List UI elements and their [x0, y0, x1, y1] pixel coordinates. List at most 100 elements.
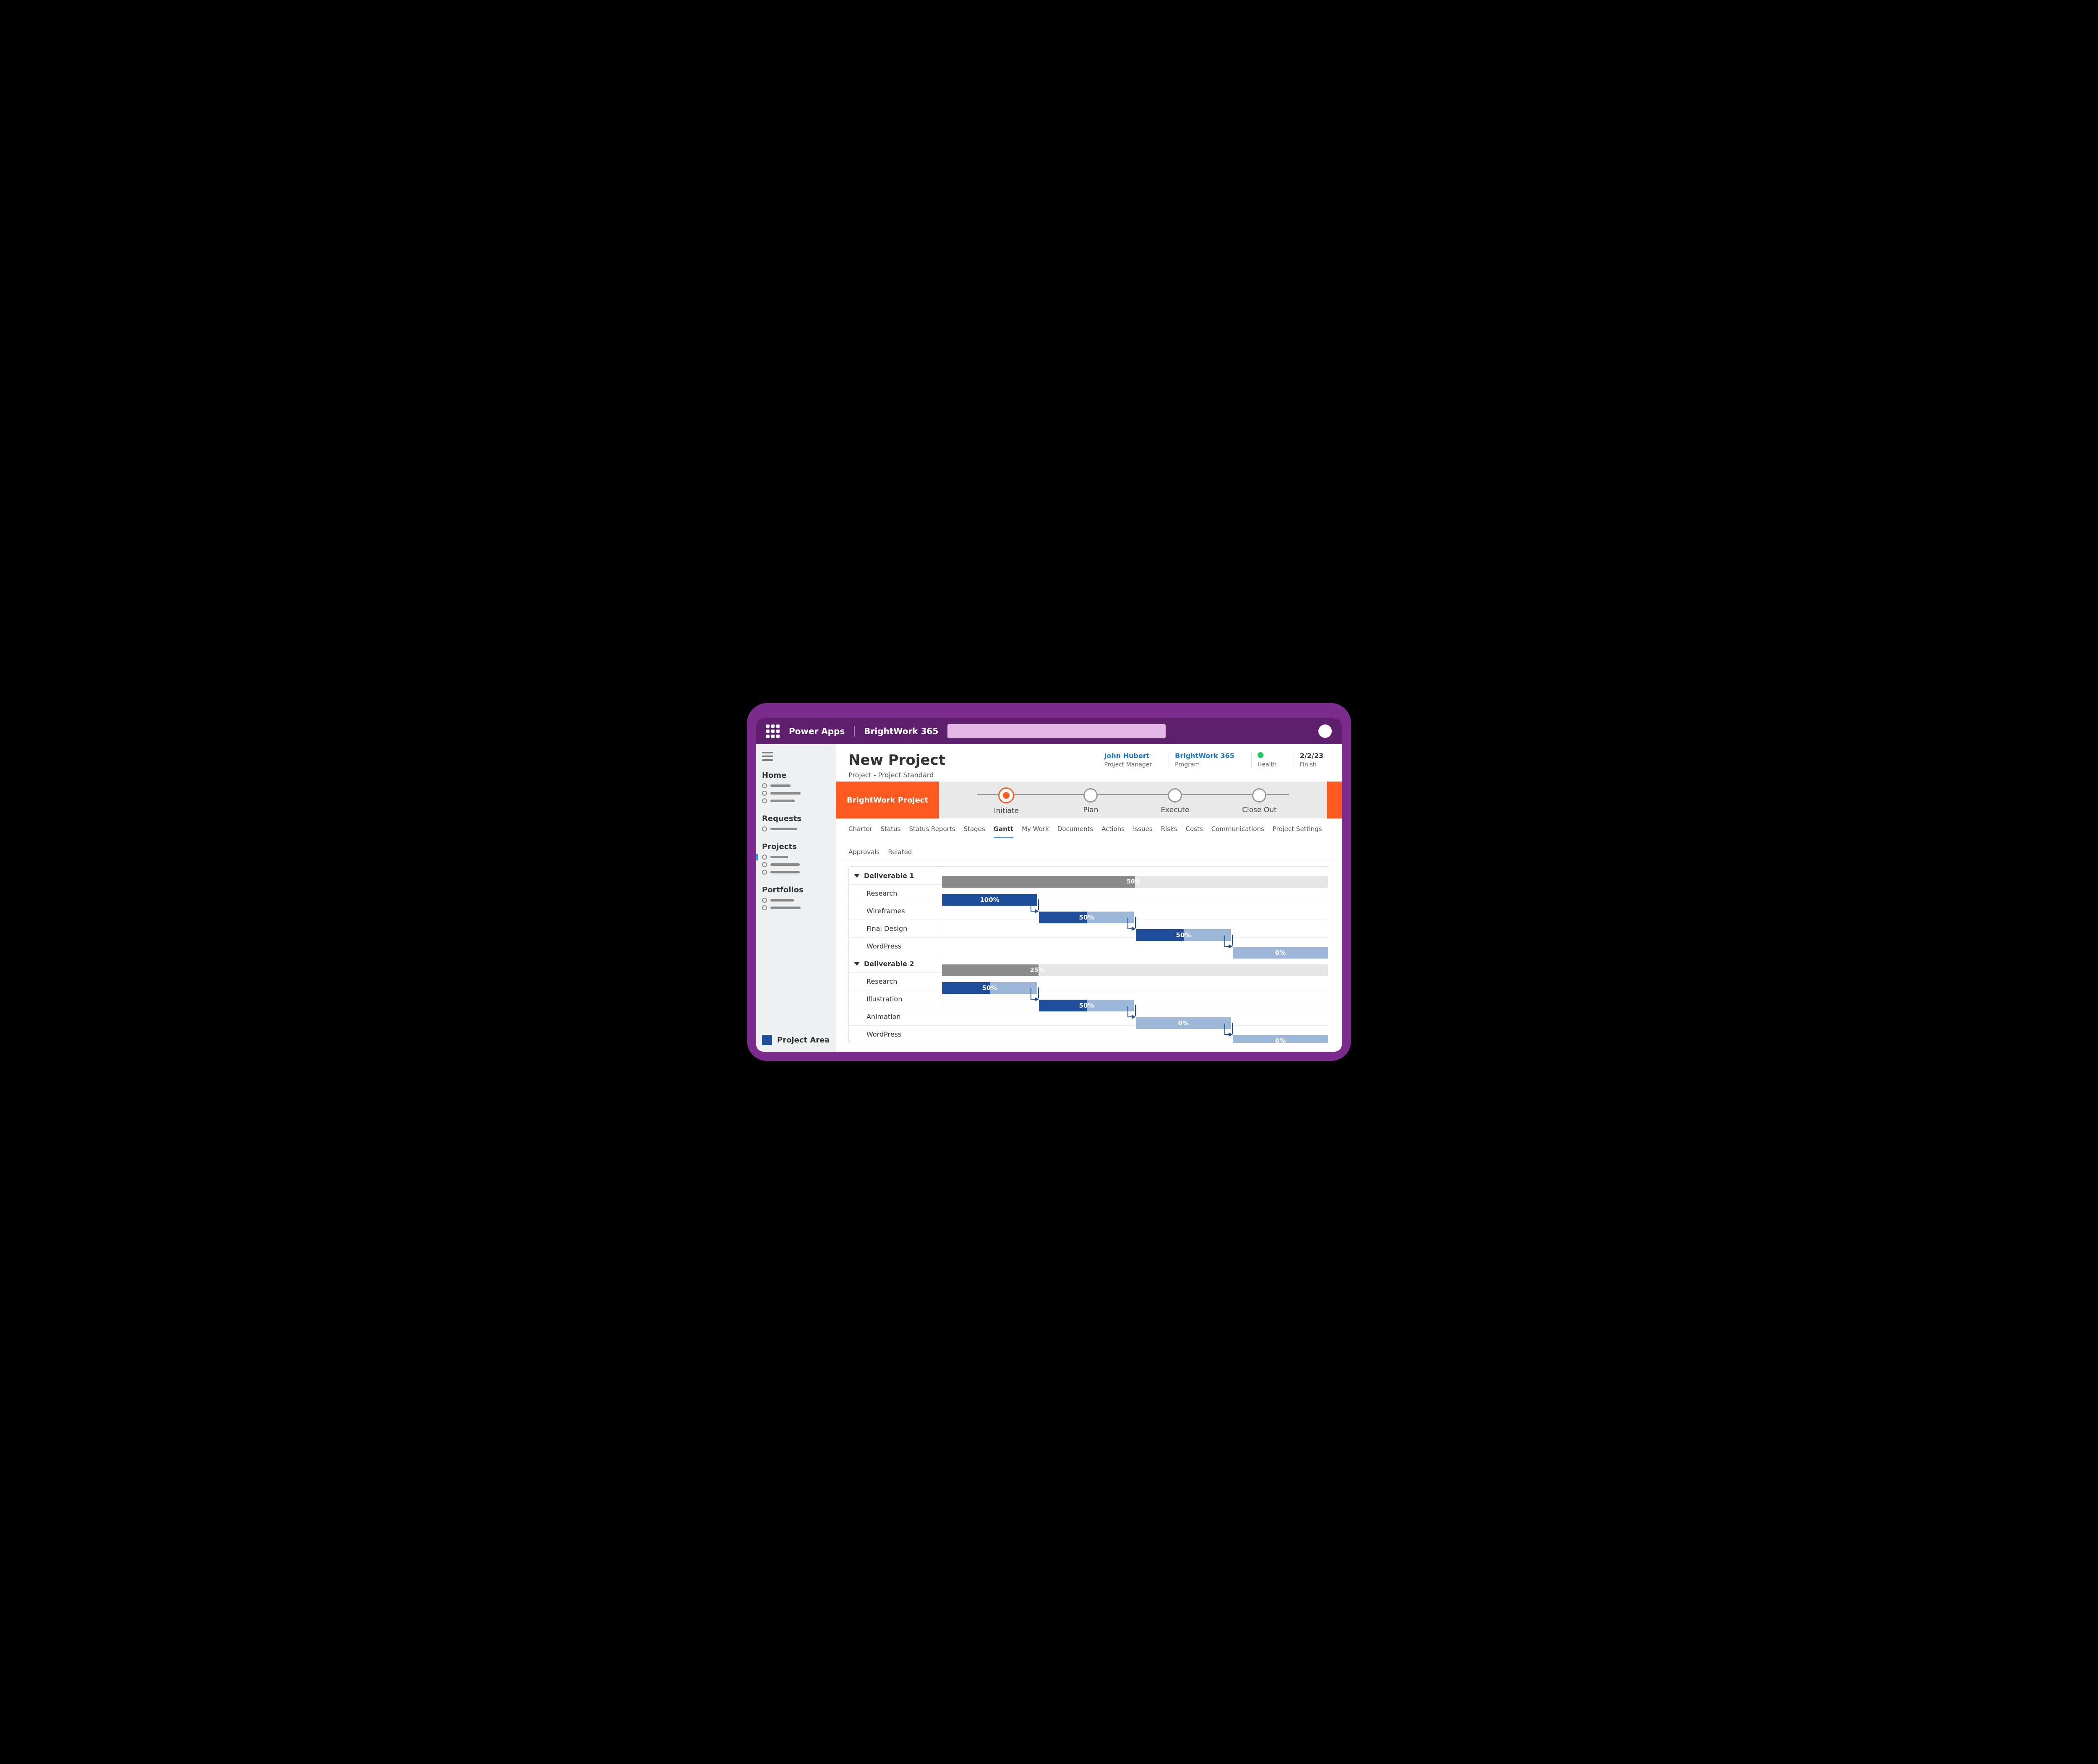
project-manager-value[interactable]: John Hubert — [1104, 752, 1152, 760]
process-flow-next[interactable] — [1327, 782, 1342, 818]
stage-execute[interactable]: Execute — [1133, 788, 1217, 814]
tab-charter[interactable]: Charter — [848, 823, 872, 838]
gantt-bar-pct: 50% — [1136, 931, 1231, 939]
legend-label: Project Area — [777, 1036, 830, 1045]
gantt-bar-pct: 0% — [1136, 1019, 1231, 1027]
gantt-row-label: Animation — [849, 1009, 941, 1024]
caret-down-icon[interactable] — [854, 962, 860, 966]
hamburger-icon[interactable] — [762, 752, 773, 761]
app-launcher-icon[interactable] — [766, 724, 780, 738]
app-bar: Power Apps BrightWork 365 — [756, 718, 1342, 744]
tab-costs[interactable]: Costs — [1186, 823, 1203, 838]
tab-documents[interactable]: Documents — [1057, 823, 1093, 838]
nav-item-placeholder[interactable] — [762, 798, 830, 803]
gantt-task-bar[interactable]: 50% — [1039, 1000, 1134, 1011]
tab-status-reports[interactable]: Status Reports — [909, 823, 955, 838]
nav-item-placeholder[interactable] — [762, 870, 830, 875]
health-label: Health — [1258, 761, 1277, 768]
page-subtitle: Project - Project Standard — [848, 771, 945, 779]
gantt-task-bar[interactable]: 0% — [1233, 947, 1328, 959]
program-value[interactable]: BrightWork 365 — [1175, 752, 1234, 760]
gantt-task-row[interactable]: Illustration50% — [849, 990, 1329, 1008]
gantt-row-label: WordPress — [849, 939, 941, 954]
nav-item-placeholder[interactable] — [762, 905, 830, 910]
gantt-row-label: Deliverable 2 — [849, 956, 941, 971]
gantt-task-bar[interactable]: 50% — [1136, 929, 1231, 941]
program-label: Program — [1175, 761, 1234, 768]
stage-plan[interactable]: Plan — [1049, 788, 1133, 814]
product-title: BrightWork 365 — [864, 726, 938, 736]
page-title: New Project — [848, 752, 945, 769]
nav-item-placeholder[interactable] — [762, 898, 830, 903]
gantt-bar-pct: 25% — [1030, 967, 1325, 974]
tab-issues[interactable]: Issues — [1133, 823, 1153, 838]
gantt-row-track: 0% — [941, 1014, 1329, 1019]
gantt-task-bar[interactable]: 100% — [942, 894, 1037, 906]
tab-project-settings[interactable]: Project Settings — [1273, 823, 1322, 838]
project-manager-label: Project Manager — [1104, 761, 1152, 768]
main-content: New Project Project - Project Standard J… — [836, 744, 1342, 1052]
nav-item-placeholder[interactable] — [762, 862, 830, 867]
gantt-task-row[interactable]: WordPress 0% — [849, 1025, 1329, 1043]
nav-heading-projects[interactable]: Projects — [762, 842, 830, 851]
nav-heading-home[interactable]: Home — [762, 771, 830, 780]
divider — [854, 726, 855, 737]
gantt-row-track: 100% — [941, 891, 1329, 896]
gantt-task-bar[interactable]: 0% — [1233, 1035, 1328, 1044]
gantt-row-label: Illustration — [849, 992, 941, 1006]
gantt-row-label: Research — [849, 886, 941, 901]
process-flow-stages: Initiate Plan Execute Close Out — [939, 782, 1327, 818]
user-avatar[interactable] — [1318, 724, 1332, 738]
search-input[interactable] — [947, 724, 1166, 738]
stage-close-out[interactable]: Close Out — [1217, 788, 1302, 814]
record-tabs: Charter Status Status Reports Stages Gantt My… — [836, 818, 1342, 860]
gantt-row-label: Deliverable 1 — [849, 868, 941, 883]
gantt-task-bar[interactable]: 50% — [1039, 912, 1134, 923]
gantt-group-row[interactable]: Deliverable 150% — [849, 867, 1329, 884]
gantt-row-label: Research — [849, 974, 941, 989]
finish-date-value: 2/2/23 — [1300, 752, 1323, 760]
screen: Power Apps BrightWork 365 Home Requests — [756, 718, 1342, 1052]
nav-item-placeholder[interactable] — [762, 791, 830, 796]
tab-risks[interactable]: Risks — [1161, 823, 1177, 838]
gantt-row-label: Final Design — [849, 921, 941, 936]
gantt-row-label: Wireframes — [849, 904, 941, 918]
gantt-row-track: 50% — [941, 997, 1329, 1002]
caret-down-icon[interactable] — [854, 874, 860, 878]
gantt-bar-pct: 50% — [942, 984, 1037, 992]
gantt-bar-progress — [942, 876, 1135, 888]
tab-approvals[interactable]: Approvals — [848, 847, 879, 860]
gantt-task-bar[interactable]: 50% — [942, 982, 1037, 994]
gantt-bar-pct: 50% — [1039, 914, 1134, 921]
nav-item-active[interactable] — [762, 855, 830, 860]
tab-stages[interactable]: Stages — [964, 823, 985, 838]
gantt-row-track: 50% — [941, 873, 1329, 878]
finish-date-label: Finish — [1300, 761, 1323, 768]
gantt-row-label: WordPress — [849, 1027, 941, 1042]
gantt-task-row[interactable]: Wireframes50% — [849, 902, 1329, 920]
gantt-bar-progress — [942, 964, 1039, 976]
tab-gantt[interactable]: Gantt — [994, 823, 1013, 838]
nav-item-placeholder[interactable] — [762, 826, 830, 831]
process-flow-name[interactable]: BrightWork Project — [836, 782, 939, 818]
tab-my-work[interactable]: My Work — [1022, 823, 1049, 838]
gantt-summary-bar[interactable]: 25% — [942, 964, 1328, 976]
gantt-bar-pct: 50% — [1039, 1002, 1134, 1009]
tab-communications[interactable]: Communications — [1211, 823, 1264, 838]
health-indicator-icon — [1258, 752, 1263, 758]
tab-actions[interactable]: Actions — [1101, 823, 1125, 838]
gantt-task-row[interactable]: WordPress0% — [849, 937, 1329, 955]
tab-related[interactable]: Related — [888, 847, 912, 860]
gantt-row-track: 50% — [941, 979, 1329, 984]
tab-status[interactable]: Status — [881, 823, 901, 838]
nav-heading-requests[interactable]: Requests — [762, 814, 830, 823]
gantt-summary-bar[interactable]: 50% — [942, 876, 1328, 888]
gantt-group-label: Deliverable 2 — [864, 960, 914, 968]
nav-heading-portfolios[interactable]: Portfolios — [762, 886, 830, 894]
gantt-row-track: 50% — [941, 926, 1329, 931]
nav-item-placeholder[interactable] — [762, 783, 830, 788]
gantt-task-bar[interactable]: 0% — [1136, 1017, 1231, 1029]
sidebar: Home Requests Projects Portfolios — [756, 744, 836, 1052]
stage-initiate[interactable]: Initiate — [964, 787, 1049, 815]
gantt-row-track: 50% — [941, 909, 1329, 914]
